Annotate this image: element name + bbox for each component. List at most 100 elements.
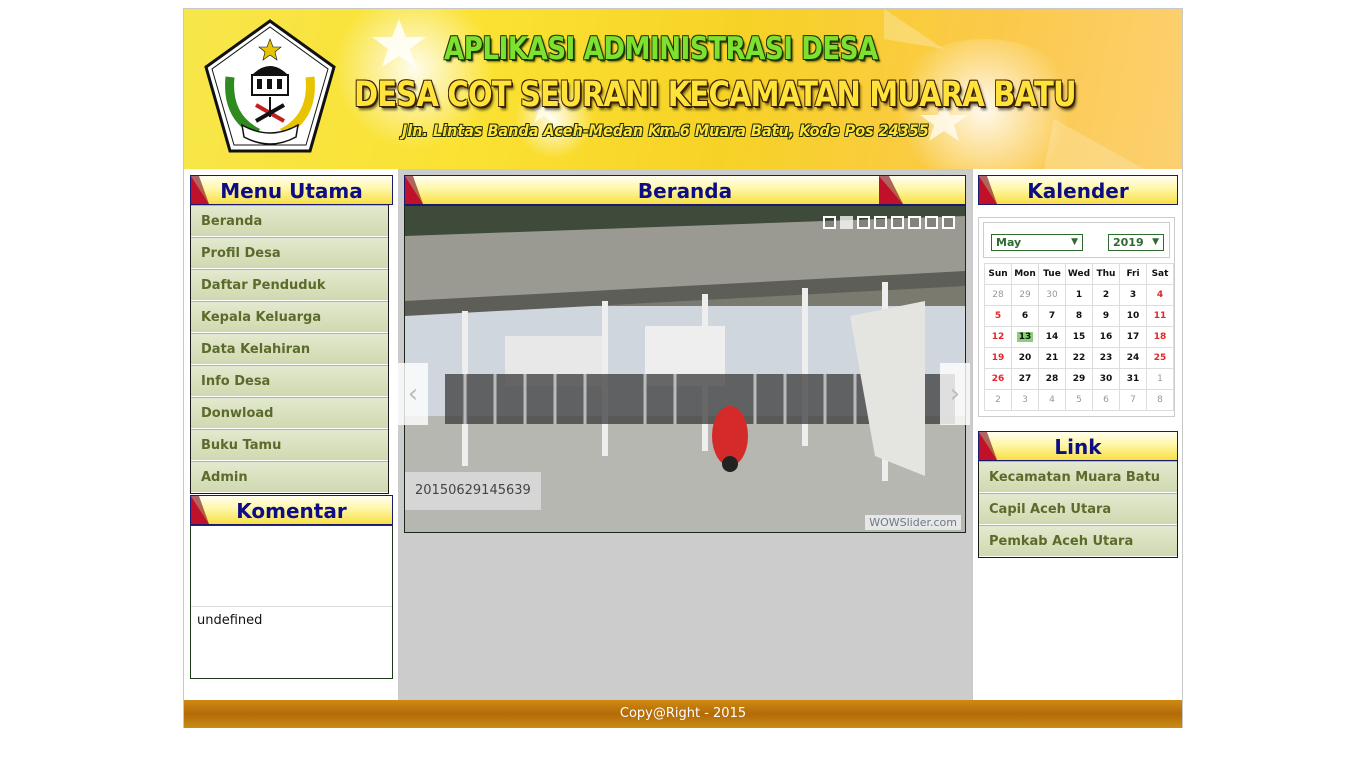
menu-utama-title-bar: Menu Utama [190, 175, 393, 205]
calendar-day-today[interactable]: 13 [1011, 326, 1039, 348]
calendar-day[interactable]: 1 [1146, 368, 1174, 390]
beranda-title: Beranda [637, 179, 733, 203]
weekday-label: Wed [1065, 263, 1093, 285]
weekday-label: Mon [1011, 263, 1039, 285]
page-container: APLIKASI ADMINISTRASI DESA DESA COT SEUR… [183, 8, 1183, 728]
menu-item-profil-desa[interactable]: Profil Desa [191, 237, 388, 269]
calendar-day[interactable]: 18 [1146, 326, 1174, 348]
menu-item-data-kelahiran[interactable]: Data Kelahiran [191, 333, 388, 365]
kalender-title-bar: Kalender [978, 175, 1178, 205]
calendar-day[interactable]: 4 [1146, 284, 1174, 306]
slider-dots [823, 216, 955, 229]
year-select[interactable]: 2019 ▼ [1108, 234, 1164, 251]
calendar-day[interactable]: 7 [1119, 389, 1147, 411]
main-menu: Beranda Profil Desa Daftar Penduduk Kepa… [190, 205, 389, 494]
calendar-day[interactable]: 5 [984, 305, 1012, 327]
calendar-day[interactable]: 6 [1092, 389, 1120, 411]
menu-item-beranda[interactable]: Beranda [191, 205, 388, 237]
left-sidebar: Menu Utama Beranda Profil Desa Daftar Pe… [184, 169, 398, 700]
chevron-down-icon: ▼ [1071, 237, 1078, 247]
calendar-day[interactable]: 12 [984, 326, 1012, 348]
month-select[interactable]: May ▼ [991, 234, 1083, 251]
calendar-day[interactable]: 5 [1065, 389, 1093, 411]
month-select-value: May [996, 236, 1022, 249]
calendar-day[interactable]: 19 [984, 347, 1012, 369]
menu-item-admin[interactable]: Admin [191, 461, 388, 493]
calendar-day[interactable]: 6 [1011, 305, 1039, 327]
calendar-day[interactable]: 20 [1011, 347, 1039, 369]
calendar-day[interactable]: 15 [1065, 326, 1093, 348]
komentar-list: undefined undefined [190, 525, 393, 679]
slider-dot[interactable] [823, 216, 836, 229]
calendar-weekday-row: Sun Mon Tue Wed Thu Fri Sat [984, 263, 1174, 285]
image-slider[interactable]: 20150629145639 WOWSlider.com [404, 205, 966, 533]
calendar-day[interactable]: 25 [1146, 347, 1174, 369]
calendar-day[interactable]: 10 [1119, 305, 1147, 327]
weekday-label: Sat [1146, 263, 1174, 285]
slider-dot-active[interactable] [840, 216, 853, 229]
menu-item-donwload[interactable]: Donwload [191, 397, 388, 429]
slider-dot[interactable] [874, 216, 887, 229]
slider-dot[interactable] [857, 216, 870, 229]
header-address: Jln. Lintas Banda Aceh-Medan Km.6 Muara … [402, 121, 929, 140]
slider-dot[interactable] [925, 216, 938, 229]
calendar-day[interactable]: 29 [1011, 284, 1039, 306]
calendar-day[interactable]: 31 [1119, 368, 1147, 390]
calendar-day[interactable]: 8 [1146, 389, 1174, 411]
menu-item-buku-tamu[interactable]: Buku Tamu [191, 429, 388, 461]
calendar-day[interactable]: 3 [1011, 389, 1039, 411]
calendar-day[interactable]: 29 [1065, 368, 1093, 390]
calendar-week-row: 28 29 30 1 2 3 4 [984, 284, 1174, 306]
link-pemkab-aceh-utara[interactable]: Pemkab Aceh Utara [979, 525, 1177, 557]
calendar-week-row: 19 20 21 22 23 24 25 [984, 347, 1174, 369]
ribbon-icon [191, 496, 209, 524]
calendar-day[interactable]: 7 [1038, 305, 1066, 327]
link-title: Link [1054, 435, 1102, 459]
calendar-day[interactable]: 2 [1092, 284, 1120, 306]
calendar-week-row: 5 6 7 8 9 10 11 [984, 305, 1174, 327]
calendar-day[interactable]: 28 [1038, 368, 1066, 390]
calendar-day[interactable]: 30 [1038, 284, 1066, 306]
calendar-day[interactable]: 9 [1092, 305, 1120, 327]
link-menu: Kecamatan Muara Batu Capil Aceh Utara Pe… [978, 461, 1178, 558]
calendar-day[interactable]: 24 [1119, 347, 1147, 369]
calendar-day[interactable]: 16 [1092, 326, 1120, 348]
calendar-week-row: 12 13 14 15 16 17 18 [984, 326, 1174, 348]
year-select-value: 2019 [1113, 236, 1144, 249]
calendar-grid: Sun Mon Tue Wed Thu Fri Sat 28 29 30 1 2… [984, 263, 1174, 411]
calendar-day[interactable]: 14 [1038, 326, 1066, 348]
menu-utama-title: Menu Utama [220, 179, 363, 203]
calendar-day[interactable]: 27 [1011, 368, 1039, 390]
link-kecamatan-muara-batu[interactable]: Kecamatan Muara Batu [979, 461, 1177, 493]
slider-next-icon[interactable]: › [940, 363, 970, 425]
slider-prev-icon[interactable]: ‹ [398, 363, 428, 425]
weekday-label: Fri [1119, 263, 1147, 285]
calendar-day[interactable]: 17 [1119, 326, 1147, 348]
calendar-day[interactable]: 30 [1092, 368, 1120, 390]
slider-dot[interactable] [908, 216, 921, 229]
link-title-bar: Link [978, 431, 1178, 461]
slider-dot[interactable] [942, 216, 955, 229]
calendar-day[interactable]: 22 [1065, 347, 1093, 369]
menu-item-daftar-penduduk[interactable]: Daftar Penduduk [191, 269, 388, 301]
chevron-down-icon: ▼ [1152, 237, 1159, 247]
menu-item-kepala-keluarga[interactable]: Kepala Keluarga [191, 301, 388, 333]
footer-copyright: Copy@Right - 2015 [619, 706, 747, 721]
slider-credit[interactable]: WOWSlider.com [865, 515, 961, 530]
calendar-day[interactable]: 28 [984, 284, 1012, 306]
calendar-day[interactable]: 3 [1119, 284, 1147, 306]
weekday-label: Thu [1092, 263, 1120, 285]
link-capil-aceh-utara[interactable]: Capil Aceh Utara [979, 493, 1177, 525]
calendar-day[interactable]: 8 [1065, 305, 1093, 327]
komentar-title: Komentar [236, 499, 347, 523]
menu-item-info-desa[interactable]: Info Desa [191, 365, 388, 397]
calendar-day[interactable]: 23 [1092, 347, 1120, 369]
calendar-day[interactable]: 1 [1065, 284, 1093, 306]
calendar-day[interactable]: 26 [984, 368, 1012, 390]
ribbon-icon [405, 176, 423, 204]
slider-dot[interactable] [891, 216, 904, 229]
calendar-day[interactable]: 2 [984, 389, 1012, 411]
calendar-day[interactable]: 11 [1146, 305, 1174, 327]
calendar-day[interactable]: 21 [1038, 347, 1066, 369]
calendar-day[interactable]: 4 [1038, 389, 1066, 411]
